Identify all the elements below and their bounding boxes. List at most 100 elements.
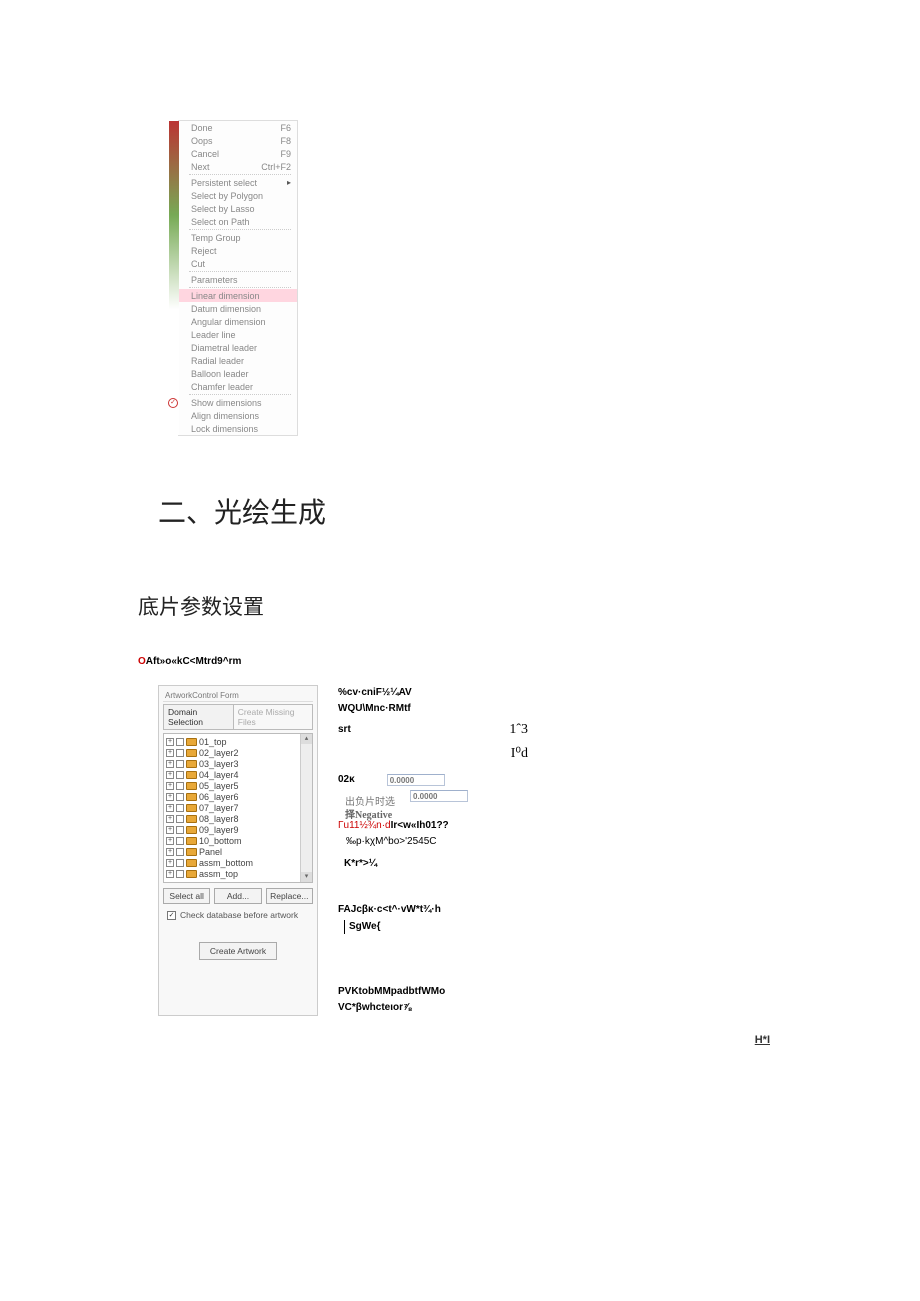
layer-label: assm_top (199, 869, 238, 879)
menu-item-done[interactable]: Done F6 (179, 121, 297, 134)
create-artwork-button[interactable]: Create Artwork (199, 942, 277, 960)
expand-icon[interactable]: + (166, 870, 174, 878)
tree-row[interactable]: +02_layer2 (166, 747, 310, 758)
expand-icon[interactable]: + (166, 815, 174, 823)
tree-row[interactable]: + assm_top (166, 868, 310, 879)
expand-icon[interactable]: + (166, 738, 174, 746)
tree-row[interactable]: +05_layer5 (166, 780, 310, 791)
tree-row[interactable]: + Panel (166, 846, 310, 857)
menu-shortcut: F9 (280, 149, 291, 159)
menu-item-radial-leader[interactable]: Radial leader (179, 354, 297, 367)
tree-row[interactable]: +08_layer8 (166, 813, 310, 824)
expand-icon[interactable]: + (166, 837, 174, 845)
menu-item-select-polygon[interactable]: Select by Polygon (179, 189, 297, 202)
menu-item-show-dimensions[interactable]: ✓ Show dimensions (179, 396, 297, 409)
menu-item-chamfer-leader[interactable]: Chamfer leader (179, 380, 297, 393)
tab-domain-selection[interactable]: Domain Selection (163, 704, 234, 730)
garbled-label: srt (338, 722, 351, 738)
tree-row[interactable]: + assm_bottom (166, 857, 310, 868)
menu-item-temp-group[interactable]: Temp Group (179, 231, 297, 244)
expand-icon[interactable]: + (166, 771, 174, 779)
add-button[interactable]: Add... (214, 888, 261, 904)
checkbox-icon[interactable] (176, 738, 184, 746)
garbled-line: Ir<w«Ih01?? (391, 820, 449, 831)
replace-button[interactable]: Replace... (266, 888, 313, 904)
tree-row[interactable]: +09_layer9 (166, 824, 310, 835)
expand-icon[interactable]: + (166, 848, 174, 856)
menu-shortcut: F8 (280, 136, 291, 146)
folder-icon (186, 793, 197, 801)
check-database-row[interactable]: ✓ Check database before artwork (167, 910, 313, 920)
menu-item-datum-dimension[interactable]: Datum dimension (179, 302, 297, 315)
menu-item-align-dimensions[interactable]: Align dimensions (179, 409, 297, 422)
bracket-icon: SgWe{ (344, 920, 381, 934)
checkbox-icon[interactable] (176, 859, 184, 867)
checkbox-icon[interactable] (176, 815, 184, 823)
menu-label: Lock dimensions (191, 424, 258, 434)
folder-icon (186, 837, 197, 845)
menu-label: Align dimensions (191, 411, 259, 421)
tree-row[interactable]: +07_layer7 (166, 802, 310, 813)
garbled-line: WQU\Mnc·RMtf (338, 701, 528, 717)
tree-row[interactable]: +10_bottom (166, 835, 310, 846)
menu-item-select-lasso[interactable]: Select by Lasso (179, 202, 297, 215)
tree-row[interactable]: +01_top (166, 736, 310, 747)
menu-item-leader-line[interactable]: Leader line (179, 328, 297, 341)
tree-row[interactable]: +06_layer6 (166, 791, 310, 802)
checkbox-icon[interactable] (176, 760, 184, 768)
expand-icon[interactable]: + (166, 760, 174, 768)
checkbox-icon[interactable] (176, 848, 184, 856)
menu-label: Parameters (191, 275, 238, 285)
menu-shortcut: Ctrl+F2 (261, 162, 291, 172)
checkbox-icon[interactable] (176, 793, 184, 801)
tree-row[interactable]: +03_layer3 (166, 758, 310, 769)
folder-icon (186, 738, 197, 746)
select-all-button[interactable]: Select all (163, 888, 210, 904)
numeric-input[interactable]: 0.0000 (387, 774, 445, 786)
menu-label: Leader line (191, 330, 236, 340)
menu-item-balloon-leader[interactable]: Balloon leader (179, 367, 297, 380)
expand-icon[interactable]: + (166, 782, 174, 790)
tree-scrollbar[interactable]: ▴ ▾ (300, 734, 312, 882)
expand-icon[interactable]: + (166, 826, 174, 834)
menu-item-oops[interactable]: Oops F8 (179, 134, 297, 147)
checkbox-icon[interactable] (176, 837, 184, 845)
menu-item-linear-dimension[interactable]: Linear dimension (179, 289, 297, 302)
checkbox-icon[interactable] (176, 771, 184, 779)
layer-label: Panel (199, 847, 222, 857)
layer-label: assm_bottom (199, 858, 253, 868)
menu-item-next[interactable]: Next Ctrl+F2 (179, 160, 297, 173)
folder-icon (186, 870, 197, 878)
menu-item-cut[interactable]: Cut (179, 257, 297, 270)
menu-item-parameters[interactable]: Parameters (179, 273, 297, 286)
numeric-input[interactable]: 0.0000 (410, 790, 468, 802)
menu-item-lock-dimensions[interactable]: Lock dimensions (179, 422, 297, 435)
checkbox-icon[interactable] (176, 782, 184, 790)
menu-item-angular-dimension[interactable]: Angular dimension (179, 315, 297, 328)
expand-icon[interactable]: + (166, 793, 174, 801)
layer-label: 09_layer9 (199, 825, 239, 835)
expand-icon[interactable]: + (166, 804, 174, 812)
scroll-up-icon[interactable]: ▴ (301, 734, 312, 744)
right-text-column: %cv·cniF½¼AV WQU\Mnc·RMtf srt 1ˆ3 I⁰d 02… (338, 685, 528, 1016)
menu-item-diametral-leader[interactable]: Diametral leader (179, 341, 297, 354)
menu-shortcut: F6 (280, 123, 291, 133)
checkbox-icon[interactable] (176, 749, 184, 757)
menu-item-persistent-select[interactable]: Persistent select ▸ (179, 176, 297, 189)
menu-item-cancel[interactable]: Cancel F9 (179, 147, 297, 160)
menu-label: Temp Group (191, 233, 241, 243)
folder-icon (186, 782, 197, 790)
tab-create-missing[interactable]: Create Missing Files (234, 704, 313, 730)
checkbox-icon[interactable] (176, 804, 184, 812)
checkbox-icon[interactable] (176, 826, 184, 834)
expand-icon[interactable]: + (166, 859, 174, 867)
expand-icon[interactable]: + (166, 749, 174, 757)
checkbox-icon[interactable]: ✓ (167, 911, 176, 920)
footer-link[interactable]: H*I (168, 1034, 790, 1046)
menu-item-reject[interactable]: Reject (179, 244, 297, 257)
scroll-down-icon[interactable]: ▾ (301, 872, 312, 882)
checkbox-icon[interactable] (176, 870, 184, 878)
tree-row[interactable]: +04_layer4 (166, 769, 310, 780)
layer-label: 01_top (199, 737, 227, 747)
menu-item-select-path[interactable]: Select on Path (179, 215, 297, 228)
